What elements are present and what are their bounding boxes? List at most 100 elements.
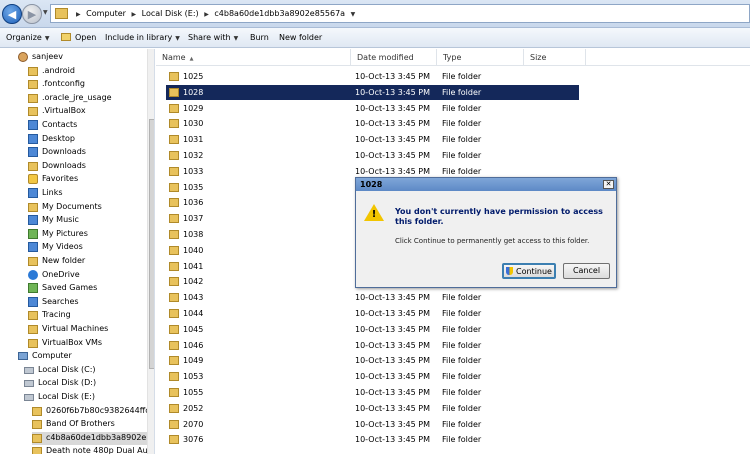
chevron-right-icon[interactable]: ▶ bbox=[132, 11, 137, 18]
chevron-right-icon[interactable]: ▶ bbox=[204, 11, 209, 18]
locked-folder-icon bbox=[32, 406, 42, 416]
file-name: 1041 bbox=[183, 261, 204, 271]
chevron-right-icon[interactable]: ▶ bbox=[76, 11, 81, 18]
file-name: 1037 bbox=[183, 214, 204, 224]
nav-item[interactable]: sanjeev bbox=[18, 51, 147, 64]
forward-button[interactable]: ▶ bbox=[22, 4, 42, 24]
organize-button[interactable]: Organize ▼ bbox=[6, 33, 49, 42]
folder-icon bbox=[169, 356, 179, 366]
file-row[interactable]: 1053 10-Oct-13 3:45 PM File folder bbox=[166, 369, 579, 384]
breadcrumb-local-disk-e[interactable]: Local Disk (E:) bbox=[142, 9, 199, 18]
chevron-down-icon[interactable]: ▼ bbox=[351, 11, 356, 18]
file-date: 10-Oct-13 3:45 PM bbox=[355, 72, 430, 81]
breadcrumb-current-folder[interactable]: c4b8a60de1dbb3a8902e85567a bbox=[214, 9, 345, 18]
file-row[interactable]: 1029 10-Oct-13 3:45 PM File folder bbox=[166, 101, 579, 116]
file-row[interactable]: 1044 10-Oct-13 3:45 PM File folder bbox=[166, 306, 579, 321]
nav-item[interactable]: Computer bbox=[18, 350, 147, 363]
nav-item[interactable]: Local Disk (D:) bbox=[24, 377, 147, 390]
cancel-button[interactable]: Cancel bbox=[563, 263, 610, 279]
nav-item[interactable]: Saved Games bbox=[28, 282, 147, 295]
nav-item-label: Searches bbox=[42, 296, 79, 306]
file-name: 1049 bbox=[183, 356, 204, 366]
column-header-name[interactable]: Name ▲ bbox=[156, 49, 351, 66]
nav-item[interactable]: .oracle_jre_usage bbox=[28, 92, 147, 105]
file-name: 1045 bbox=[183, 324, 204, 334]
nav-item-label: Saved Games bbox=[42, 283, 98, 293]
recent-pages-dropdown-icon[interactable]: ▼ bbox=[43, 9, 48, 16]
new-folder-button[interactable]: New folder bbox=[279, 33, 322, 42]
file-type: File folder bbox=[442, 72, 482, 81]
nav-item-label: Favorites bbox=[42, 174, 79, 184]
continue-button[interactable]: Continue bbox=[502, 263, 556, 279]
file-row[interactable]: 1030 10-Oct-13 3:45 PM File folder bbox=[166, 116, 579, 131]
nav-item[interactable]: Desktop bbox=[28, 133, 147, 146]
nav-item[interactable]: Local Disk (C:) bbox=[24, 364, 147, 377]
nav-item[interactable]: Downloads bbox=[28, 146, 147, 159]
nav-item-label: .oracle_jre_usage bbox=[42, 92, 112, 102]
nav-item[interactable]: My Videos bbox=[28, 241, 147, 254]
folder-icon bbox=[169, 277, 179, 287]
file-name: 1046 bbox=[183, 340, 204, 350]
nav-item[interactable]: 0260f6b7b80c9382644ffc6 bbox=[32, 405, 154, 418]
navigation-pane: sanjeev .android .fontconfig .oracle_jre_us… bbox=[0, 49, 155, 454]
back-button[interactable]: ◀ bbox=[2, 4, 22, 24]
column-header-date[interactable]: Date modified bbox=[351, 49, 437, 66]
file-name: 1031 bbox=[183, 135, 204, 145]
address-box[interactable]: ▶ Computer ▶ Local Disk (E:) ▶ c4b8a60de… bbox=[50, 4, 750, 23]
file-row[interactable]: 1043 10-Oct-13 3:45 PM File folder bbox=[166, 290, 579, 305]
nav-item-label: Local Disk (C:) bbox=[38, 364, 96, 374]
nav-item[interactable]: OneDrive bbox=[28, 269, 147, 282]
file-row[interactable]: 1055 10-Oct-13 3:45 PM File folder bbox=[166, 385, 579, 400]
file-row[interactable]: 3076 10-Oct-13 3:45 PM File folder bbox=[166, 432, 579, 447]
nav-item[interactable]: My Music bbox=[28, 214, 147, 227]
nav-item[interactable]: .android bbox=[28, 65, 147, 78]
nav-item[interactable]: .VirtualBox bbox=[28, 105, 147, 118]
file-row[interactable]: 1045 10-Oct-13 3:45 PM File folder bbox=[166, 322, 579, 337]
nav-item[interactable]: Tracing bbox=[28, 309, 147, 322]
file-row[interactable]: 1025 10-Oct-13 3:45 PM File folder bbox=[166, 69, 579, 84]
nav-item-label: My Documents bbox=[42, 201, 102, 211]
include-in-library-button[interactable]: Include in library ▼ bbox=[105, 33, 180, 42]
nav-item[interactable]: New folder bbox=[28, 255, 147, 268]
column-header-size[interactable]: Size bbox=[524, 49, 586, 66]
file-row[interactable]: 1046 10-Oct-13 3:45 PM File folder bbox=[166, 338, 579, 353]
file-row[interactable]: 1049 10-Oct-13 3:45 PM File folder bbox=[166, 353, 579, 368]
breadcrumb-computer[interactable]: Computer bbox=[86, 9, 126, 18]
nav-item[interactable]: Searches bbox=[28, 296, 147, 309]
nav-scrollbar-thumb[interactable] bbox=[149, 119, 154, 369]
folder-icon bbox=[169, 340, 179, 350]
nav-item[interactable]: Death note 480p Dual Audi bbox=[32, 445, 154, 454]
file-row[interactable]: 2070 10-Oct-13 3:45 PM File folder bbox=[166, 417, 579, 432]
nav-item[interactable]: My Pictures bbox=[28, 228, 147, 241]
nav-item[interactable]: My Documents bbox=[28, 201, 147, 214]
nav-item[interactable]: Band Of Brothers bbox=[32, 418, 147, 431]
folder-icon bbox=[32, 447, 42, 454]
open-button[interactable]: Open bbox=[61, 33, 96, 42]
folder-icon bbox=[169, 324, 179, 334]
file-row[interactable]: 2052 10-Oct-13 3:45 PM File folder bbox=[166, 401, 579, 416]
nav-item[interactable]: Links bbox=[28, 187, 147, 200]
file-row[interactable]: 1032 10-Oct-13 3:45 PM File folder bbox=[166, 148, 579, 163]
share-with-button[interactable]: Share with ▼ bbox=[188, 33, 238, 42]
nav-item[interactable]: Virtual Machines bbox=[28, 323, 147, 336]
file-row[interactable]: 1028 10-Oct-13 3:45 PM File folder bbox=[166, 84, 579, 100]
file-date: 10-Oct-13 3:45 PM bbox=[355, 340, 430, 350]
folder-icon bbox=[169, 166, 179, 176]
file-date: 10-Oct-13 3:45 PM bbox=[355, 372, 430, 382]
nav-item[interactable]: Local Disk (E:) bbox=[24, 391, 147, 404]
user-icon bbox=[18, 52, 28, 62]
column-header-type[interactable]: Type bbox=[437, 49, 524, 66]
nav-item[interactable]: .fontconfig bbox=[28, 78, 147, 91]
nav-item[interactable]: Favorites bbox=[28, 173, 147, 186]
nav-item[interactable]: VirtualBox VMs bbox=[28, 337, 147, 350]
nav-scrollbar[interactable] bbox=[147, 49, 154, 454]
nav-item-label: .fontconfig bbox=[42, 79, 85, 89]
nav-item[interactable]: Downloads bbox=[28, 160, 147, 173]
file-row[interactable]: 1031 10-Oct-13 3:45 PM File folder bbox=[166, 132, 579, 147]
close-icon[interactable]: ✕ bbox=[603, 180, 614, 189]
folder-icon bbox=[28, 161, 38, 171]
nav-item[interactable]: Contacts bbox=[28, 119, 147, 132]
nav-item[interactable]: c4b8a60de1dbb3a8902e85 bbox=[32, 431, 154, 445]
nav-item-label: Virtual Machines bbox=[42, 324, 109, 333]
burn-button[interactable]: Burn bbox=[250, 33, 269, 42]
